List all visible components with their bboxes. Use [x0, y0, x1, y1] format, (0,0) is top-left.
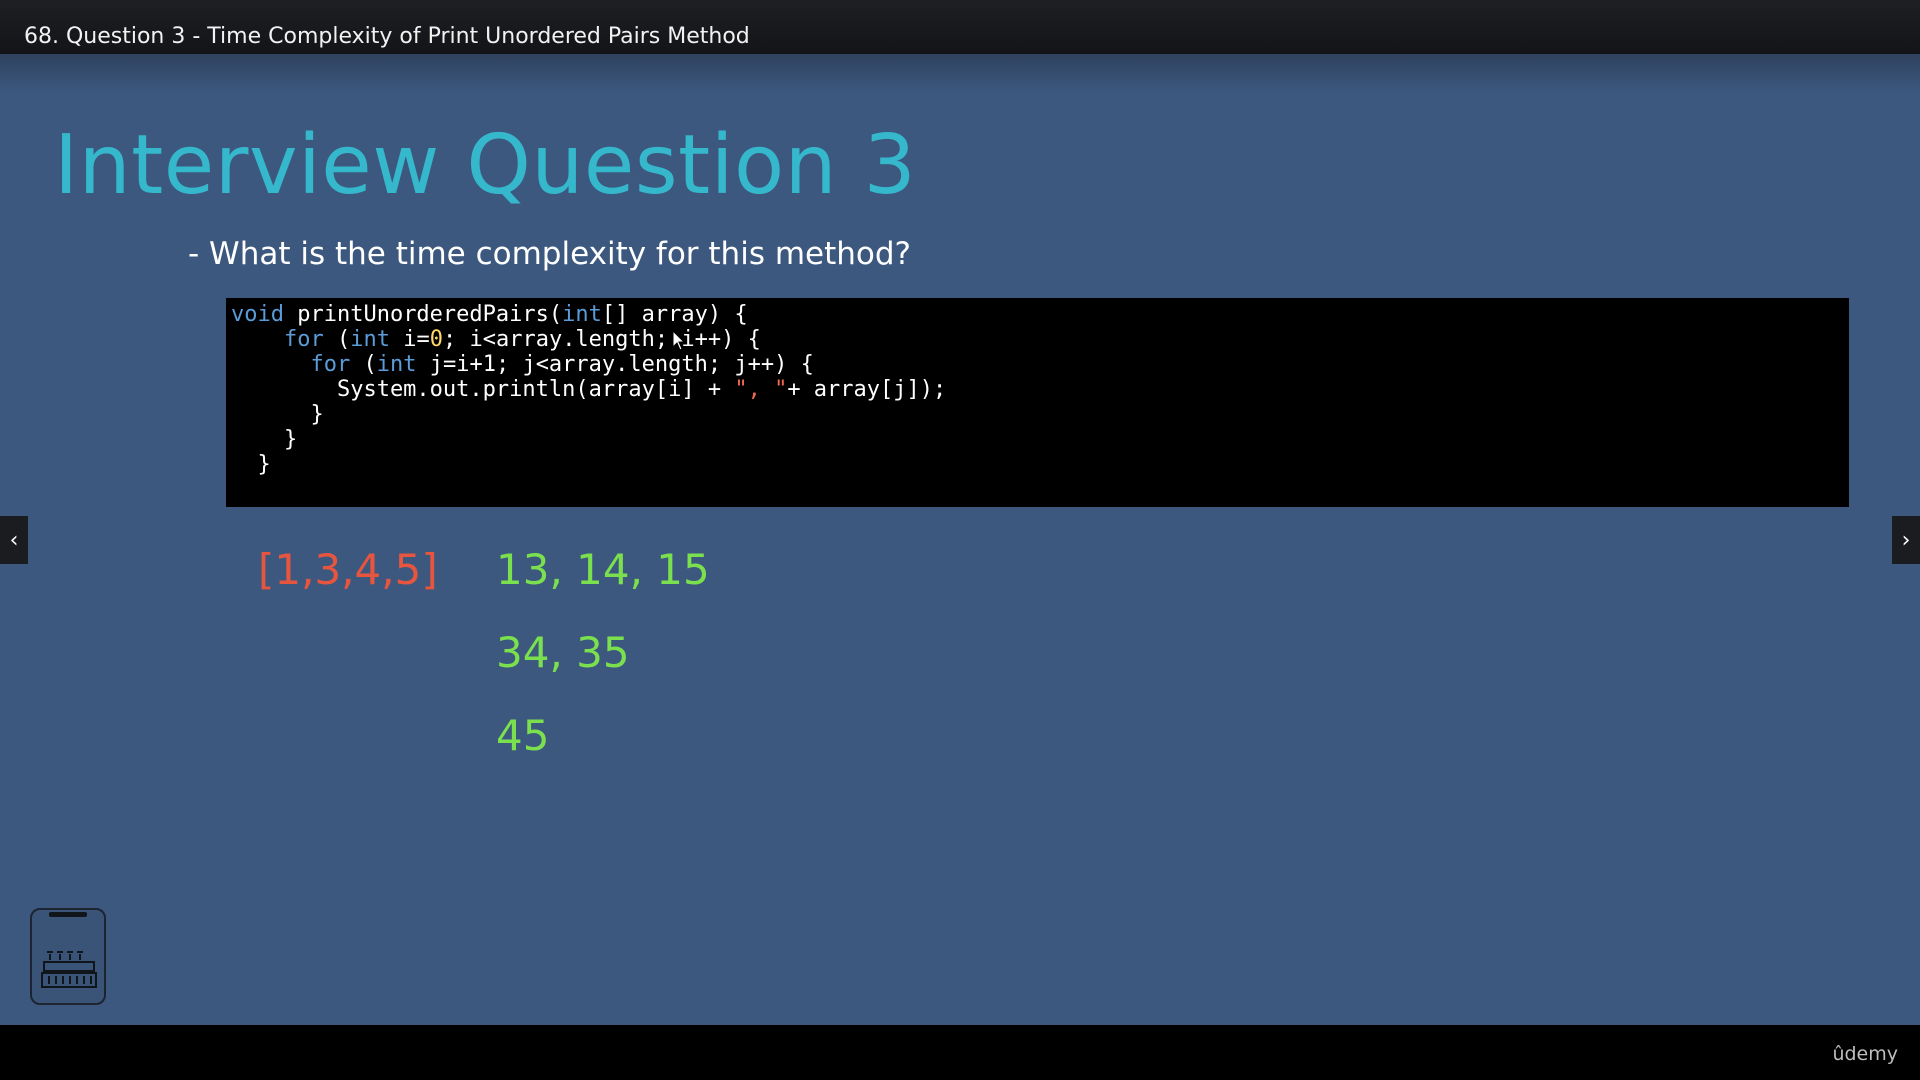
chevron-right-icon: ›: [1901, 527, 1911, 553]
pairs-line-3: 45: [496, 711, 550, 760]
lecture-title: 68. Question 3 - Time Complexity of Prin…: [24, 24, 750, 49]
code-block: void printUnorderedPairs(int[] array) { …: [226, 298, 1849, 507]
pairs-line-2: 34, 35: [496, 628, 630, 677]
array-example: [1,3,4,5]: [258, 545, 438, 594]
building-icon: [41, 951, 97, 988]
top-bar: 68. Question 3 - Time Complexity of Prin…: [0, 0, 1920, 54]
chevron-left-icon: ‹: [9, 527, 19, 553]
slide-bullet: - What is the time complexity for this m…: [188, 236, 911, 272]
udemy-logo: ûdemy: [1832, 1043, 1898, 1065]
previous-button[interactable]: ‹: [0, 516, 28, 564]
device-notch: [49, 912, 87, 917]
next-button[interactable]: ›: [1892, 516, 1920, 564]
bottom-bar: ûdemy: [0, 1025, 1920, 1080]
top-shade: [0, 54, 1920, 94]
device-illustration: [30, 908, 106, 1005]
pairs-line-1: 13, 14, 15: [496, 545, 710, 594]
slide-title: Interview Question 3: [54, 118, 917, 213]
code-text: void printUnorderedPairs(int[] array) { …: [231, 302, 947, 477]
mouse-pointer-icon: [672, 330, 686, 351]
